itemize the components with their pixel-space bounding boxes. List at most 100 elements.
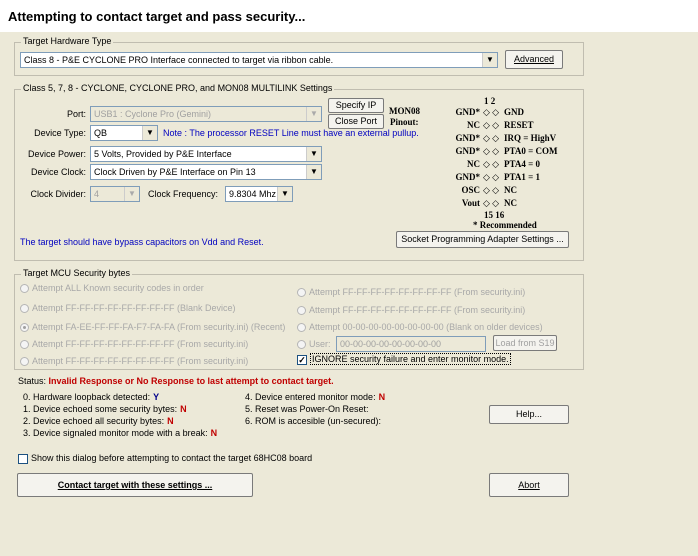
settings-legend: Class 5, 7, 8 - CYCLONE, CYCLONE PRO, an… (21, 83, 335, 93)
user-security-value: 00-00-00-00-00-00-00-00 (340, 339, 442, 349)
pinout-recommended: * Recommended (473, 220, 537, 230)
pinout-left-label: GND* (455, 146, 481, 156)
security-option-label: Attempt FF-FF-FF-FF-FF-FF-FF-FF (Blank D… (32, 303, 236, 313)
show-dialog-checkbox[interactable]: Show this dialog before attempting to co… (18, 453, 312, 464)
user-label: User: (309, 339, 331, 349)
status-item-label: 2. Device echoed all security bytes: (23, 416, 165, 426)
port-label: Port: (66, 109, 86, 119)
status-item-label: 6. ROM is accesible (un-secured): (245, 416, 382, 426)
load-from-s19-button[interactable]: Load from S19 (493, 335, 557, 351)
socket-adapter-settings-button[interactable]: Socket Programming Adapter Settings ... (396, 231, 569, 248)
status-item-label: 4. Device entered monitor mode: (245, 392, 376, 402)
pin-dots-icon: ◇ ◇ (483, 198, 500, 208)
chevron-down-icon: ▼ (306, 107, 321, 121)
device-power-value: 5 Volts, Provided by P&E Interface (94, 149, 232, 159)
security-option-user[interactable]: User: (297, 339, 331, 350)
bypass-capacitor-note: The target should have bypass capacitors… (20, 237, 264, 247)
pinout-right-label: RESET (504, 120, 534, 130)
security-option-zeros[interactable]: Attempt 00-00-00-00-00-00-00-00 (Blank o… (297, 322, 543, 333)
status-item-label: 0. Hardware loopback detected: (23, 392, 151, 402)
pinout-footer-header: 15 16 (484, 210, 505, 220)
security-option-ini-1[interactable]: Attempt FF-FF-FF-FF-FF-FF-FF-FF (From se… (20, 339, 248, 350)
chevron-down-icon: ▼ (482, 53, 497, 67)
device-power-select[interactable]: 5 Volts, Provided by P&E Interface ▼ (90, 146, 322, 162)
device-clock-label: Device Clock: (30, 167, 86, 177)
status-item: 6. ROM is accesible (un-secured): (245, 416, 384, 426)
security-option-label: Attempt FF-FF-FF-FF-FF-FF-FF-FF (From se… (32, 356, 249, 366)
security-option-ini-4[interactable]: Attempt FF-FF-FF-FF-FF-FF-FF-FF (From se… (297, 305, 525, 316)
port-select[interactable]: USB1 : Cyclone Pro (Gemini) ▼ (90, 106, 322, 122)
security-option-label: Attempt FF-FF-FF-FF-FF-FF-FF-FF (From se… (309, 287, 526, 297)
status-prefix: Status: (18, 376, 47, 386)
pin-dots-icon: ◇ ◇ (483, 133, 500, 143)
status-item-value: N (378, 392, 386, 402)
chevron-down-icon: ▼ (124, 187, 139, 201)
user-security-input[interactable]: 00-00-00-00-00-00-00-00 (336, 336, 486, 352)
pin-dots-icon: ◇ ◇ (483, 172, 500, 182)
status-item: 2. Device echoed all security bytes: N (23, 416, 174, 426)
show-dialog-label: Show this dialog before attempting to co… (31, 453, 313, 463)
radio-dot (20, 357, 29, 367)
checkbox-checked-icon: ✓ (297, 354, 307, 365)
clock-divider-label: Clock Divider: (30, 189, 86, 199)
device-type-select[interactable]: QB ▼ (90, 125, 158, 141)
security-legend: Target MCU Security bytes (21, 268, 133, 278)
clock-divider-select[interactable]: 4 ▼ (90, 186, 140, 202)
pinout-column-header: 1 2 (484, 96, 496, 106)
pinout-right-label: PTA1 = 1 (504, 172, 540, 182)
advanced-button[interactable]: Advanced (505, 50, 563, 69)
status-item-label: 3. Device signaled monitor mode with a b… (23, 428, 208, 438)
reset-pullup-note: Note : The processor RESET Line must hav… (163, 128, 419, 138)
device-clock-select[interactable]: Clock Driven by P&E Interface on Pin 13 … (90, 164, 322, 180)
pinout-title-mon08: MON08 (389, 106, 420, 116)
abort-button[interactable]: Abort (489, 473, 569, 497)
status-item-value: Y (153, 392, 160, 402)
help-button[interactable]: Help... (489, 405, 569, 424)
ignore-security-checkbox[interactable]: ✓ IGNORE security failure and enter monit… (297, 353, 511, 365)
clock-divider-value: 4 (94, 189, 100, 199)
status-item: 3. Device signaled monitor mode with a b… (23, 428, 217, 438)
security-option-all-known[interactable]: Attempt ALL Known security codes in orde… (20, 283, 204, 294)
radio-dot (297, 306, 306, 316)
chevron-down-icon: ▼ (277, 187, 292, 201)
pinout-right-label: PTA0 = COM (504, 146, 558, 156)
security-option-label: Attempt ALL Known security codes in orde… (32, 283, 204, 293)
dialog-title: Attempting to contact target and pass se… (8, 9, 306, 24)
specify-ip-button[interactable]: Specify IP (328, 98, 384, 113)
chevron-down-icon: ▼ (306, 165, 321, 179)
port-value: USB1 : Cyclone Pro (Gemini) (94, 109, 212, 119)
security-option-recent[interactable]: Attempt FA-EE-FF-FF-FA-F7-FA-FA (From se… (20, 322, 286, 333)
pinout-right-label: IRQ = HighV (504, 133, 557, 143)
pinout-left-label: GND* (455, 133, 481, 143)
status-item: 1. Device echoed some security bytes: N (23, 404, 187, 414)
status-item-value: N (167, 416, 174, 426)
device-clock-value: Clock Driven by P&E Interface on Pin 13 (94, 167, 256, 177)
checkbox-unchecked-icon (18, 453, 28, 464)
radio-dot (297, 323, 306, 333)
close-port-button[interactable]: Close Port (328, 114, 384, 129)
device-type-label: Device Type: (34, 128, 86, 138)
radio-dot (20, 340, 29, 350)
pinout-right-label: NC (504, 198, 517, 208)
security-option-ini-3[interactable]: Attempt FF-FF-FF-FF-FF-FF-FF-FF (From se… (297, 287, 526, 298)
contact-target-button[interactable]: Contact target with these settings ... (17, 473, 253, 497)
clock-frequency-label: Clock Frequency: (148, 189, 219, 199)
status-item: 4. Device entered monitor mode: N (245, 392, 385, 402)
status-item-label: 1. Device echoed some security bytes: (23, 404, 178, 414)
dialog-title-bar: Attempting to contact target and pass se… (0, 0, 698, 32)
hardware-type-select[interactable]: Class 8 - P&E CYCLONE PRO Interface conn… (20, 52, 498, 68)
security-option-label: Attempt FA-EE-FF-FF-FA-F7-FA-FA (From se… (32, 322, 286, 332)
security-option-blank[interactable]: Attempt FF-FF-FF-FF-FF-FF-FF-FF (Blank D… (20, 303, 236, 314)
target-hardware-legend: Target Hardware Type (21, 36, 114, 46)
hardware-type-value: Class 8 - P&E CYCLONE PRO Interface conn… (24, 55, 334, 65)
radio-dot (297, 288, 306, 298)
pinout-left-label: GND* (455, 172, 481, 182)
security-option-ini-2[interactable]: Attempt FF-FF-FF-FF-FF-FF-FF-FF (From se… (20, 356, 249, 367)
chevron-down-icon: ▼ (142, 126, 157, 140)
status-item-value: N (210, 428, 218, 438)
clock-frequency-value: 9.8304 Mhz (229, 189, 277, 199)
security-option-label: Attempt 00-00-00-00-00-00-00-00 (Blank o… (309, 322, 543, 332)
clock-frequency-select[interactable]: 9.8304 Mhz ▼ (225, 186, 293, 202)
pinout-left-label: OSC (461, 185, 480, 195)
radio-dot (297, 340, 306, 350)
